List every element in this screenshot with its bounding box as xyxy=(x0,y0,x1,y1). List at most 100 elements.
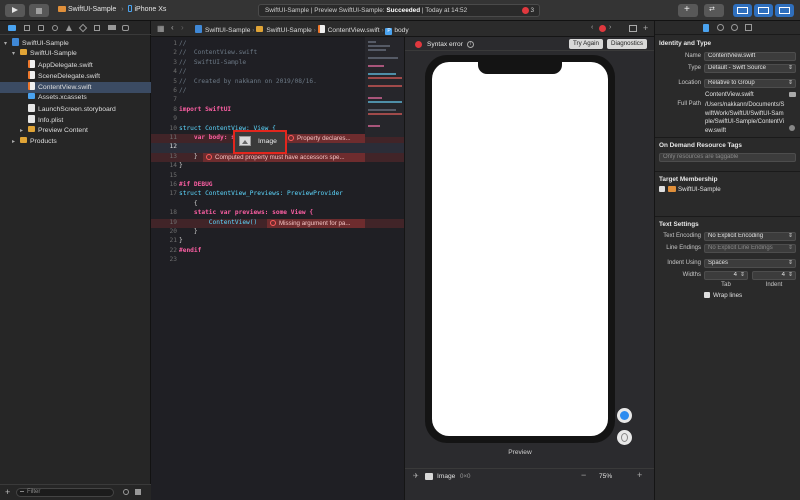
diagnostics-button[interactable]: Diagnostics xyxy=(607,39,647,49)
zoom-in-icon[interactable]: + xyxy=(637,470,642,480)
nav-group-preview-content[interactable]: ▸ Preview Content xyxy=(0,126,151,137)
run-button[interactable] xyxy=(5,4,25,17)
find-icon[interactable] xyxy=(52,25,58,31)
nav-file-appdelegate[interactable]: AppDelegate.swift xyxy=(0,60,151,71)
breadcrumb-group[interactable]: SwiftUI-Sample xyxy=(266,27,311,34)
disclosure-closed-icon[interactable]: ▸ xyxy=(12,138,20,145)
nav-file-infoplist[interactable]: Info.plist xyxy=(0,115,151,126)
zoom-out-icon[interactable]: − xyxy=(581,470,586,480)
quick-help-icon[interactable] xyxy=(731,24,738,31)
breadcrumb-project[interactable]: SwiftUI-Sample xyxy=(205,27,250,34)
recent-files-icon[interactable] xyxy=(123,489,129,495)
tab-width-value: 4 xyxy=(733,272,737,278)
breadcrumb-symbol[interactable]: body xyxy=(394,27,408,34)
membership-row[interactable]: SwiftUI-Sample xyxy=(659,186,721,193)
nav-file-contentview[interactable]: ContentView.swift xyxy=(0,82,151,93)
file-inspector: Identity and Type Name ContentView.swift… xyxy=(654,21,800,500)
debug-icon[interactable] xyxy=(94,25,100,31)
add-icon[interactable]: + xyxy=(5,487,10,497)
type-select[interactable]: Default - Swift Source ⇕ xyxy=(704,64,796,73)
breakpoint-icon[interactable] xyxy=(108,25,116,30)
nav-group-swiftui-sample[interactable]: ▾ SwiftUI-Sample xyxy=(0,49,151,60)
pin-icon[interactable]: ✈ xyxy=(413,472,419,480)
info-icon[interactable]: i xyxy=(467,40,474,48)
line-endings-select[interactable]: No Explicit Line Endings ⇕ xyxy=(704,244,796,253)
indent-width-field[interactable]: 4 ⇕ xyxy=(752,271,796,280)
reveal-arrow-icon[interactable] xyxy=(789,125,795,131)
zoom-level[interactable]: 75% xyxy=(599,473,612,480)
preview-canvas: Syntax error i Try Again Diagnostics Pre… xyxy=(404,37,655,500)
preview-on-device-button[interactable] xyxy=(617,430,632,445)
nav-file-assets[interactable]: Assets.xcassets xyxy=(0,93,151,104)
folder-icon[interactable] xyxy=(789,92,796,97)
location-select[interactable]: Relative to Group ⇕ xyxy=(704,79,796,88)
nav-project-root[interactable]: ▾ SwiftUI-Sample xyxy=(0,38,151,49)
xcode-window: SwiftUI-Sample › iPhone Xs SwiftUI-Sampl… xyxy=(0,0,800,500)
back-icon[interactable]: ‹ xyxy=(171,23,174,32)
minimap[interactable] xyxy=(365,37,404,137)
disclosure-closed-icon[interactable]: ▸ xyxy=(20,127,28,134)
membership-checkbox[interactable] xyxy=(659,186,665,192)
test-icon[interactable] xyxy=(78,23,88,33)
odr-tags-field[interactable]: Only resources are taggable xyxy=(659,153,796,162)
tab-width-field[interactable]: 4 ⇕ xyxy=(704,271,748,280)
add-editor-icon[interactable]: + xyxy=(643,23,648,33)
library-item-image-popup[interactable]: Image xyxy=(233,130,287,154)
device-screen[interactable] xyxy=(432,62,608,436)
issue-next-icon[interactable]: › xyxy=(609,24,611,31)
code-review-button[interactable]: ⇄ xyxy=(704,4,724,17)
symbol-icon[interactable] xyxy=(38,25,44,31)
error-bubble[interactable]: Computed property must have accessors sp… xyxy=(203,152,365,162)
stepper-icon[interactable]: ⇕ xyxy=(740,272,745,279)
scm-filter-icon[interactable] xyxy=(135,489,141,495)
attributes-icon[interactable] xyxy=(745,24,752,31)
history-icon[interactable] xyxy=(717,24,724,31)
code-line: 21} xyxy=(169,237,183,245)
encoding-select[interactable]: No Explicit Encoding ⇕ xyxy=(704,232,796,241)
error-indicator[interactable]: 3 xyxy=(521,7,534,15)
debug-area-toggle[interactable] xyxy=(754,4,773,17)
forward-icon[interactable]: › xyxy=(181,23,184,32)
breadcrumb-file[interactable]: ContentView.swift xyxy=(328,27,380,34)
source-editor[interactable]: 1// 2// ContentView.swift 3// SwiftUI-Sa… xyxy=(151,37,404,500)
selection-name: Image xyxy=(437,473,456,480)
related-items-icon[interactable]: ▦ xyxy=(157,24,165,33)
report-icon[interactable] xyxy=(122,25,129,31)
issue-prev-icon[interactable]: ‹ xyxy=(591,24,593,31)
filter-field[interactable]: Filter xyxy=(16,488,114,497)
error-bubble[interactable]: Property declares... xyxy=(285,134,365,143)
disclosure-open-icon[interactable]: ▾ xyxy=(12,50,20,57)
nav-label: SwiftUI-Sample xyxy=(30,50,77,57)
issue-icon[interactable] xyxy=(66,25,72,31)
nav-file-scenedelegate[interactable]: SceneDelegate.swift xyxy=(0,71,151,82)
nav-group-products[interactable]: ▸ Products xyxy=(0,137,151,148)
stepper-icon[interactable]: ⇕ xyxy=(788,272,793,279)
wrap-lines-row[interactable]: Wrap lines xyxy=(704,292,742,299)
project-icon xyxy=(195,25,202,33)
source-control-icon[interactable] xyxy=(24,25,30,31)
library-button[interactable]: + xyxy=(678,4,698,17)
adjust-editor-icon[interactable] xyxy=(629,25,637,32)
try-again-button[interactable]: Try Again xyxy=(569,39,603,49)
wrap-lines-checkbox[interactable] xyxy=(704,292,710,298)
indent-width-value: 4 xyxy=(781,272,785,278)
stop-button[interactable] xyxy=(29,4,49,17)
widths-label: Widths xyxy=(682,272,701,278)
error-bubble[interactable]: Missing argument for pa... xyxy=(267,218,365,228)
error-icon xyxy=(288,135,294,141)
name-field[interactable]: ContentView.swift xyxy=(704,52,796,61)
file-icon[interactable] xyxy=(703,24,709,32)
navigator-toggle[interactable] xyxy=(733,4,752,17)
disclosure-open-icon[interactable]: ▾ xyxy=(4,40,12,47)
device-notch xyxy=(478,62,562,74)
error-count: 3 xyxy=(530,7,534,15)
folder-icon[interactable] xyxy=(8,25,16,31)
indent-using-select[interactable]: Spaces ⇕ xyxy=(704,259,796,268)
property-icon: P xyxy=(385,28,393,35)
inspector-tabs xyxy=(655,21,800,35)
activity-status[interactable]: SwiftUI-Sample | Preview SwiftUI-Sample:… xyxy=(258,4,540,17)
live-preview-button[interactable] xyxy=(617,408,632,423)
scheme-selector[interactable]: SwiftUI-Sample › iPhone Xs xyxy=(58,5,166,13)
nav-file-launchscreen[interactable]: LaunchScreen.storyboard xyxy=(0,104,151,115)
inspector-toggle[interactable] xyxy=(775,4,794,17)
